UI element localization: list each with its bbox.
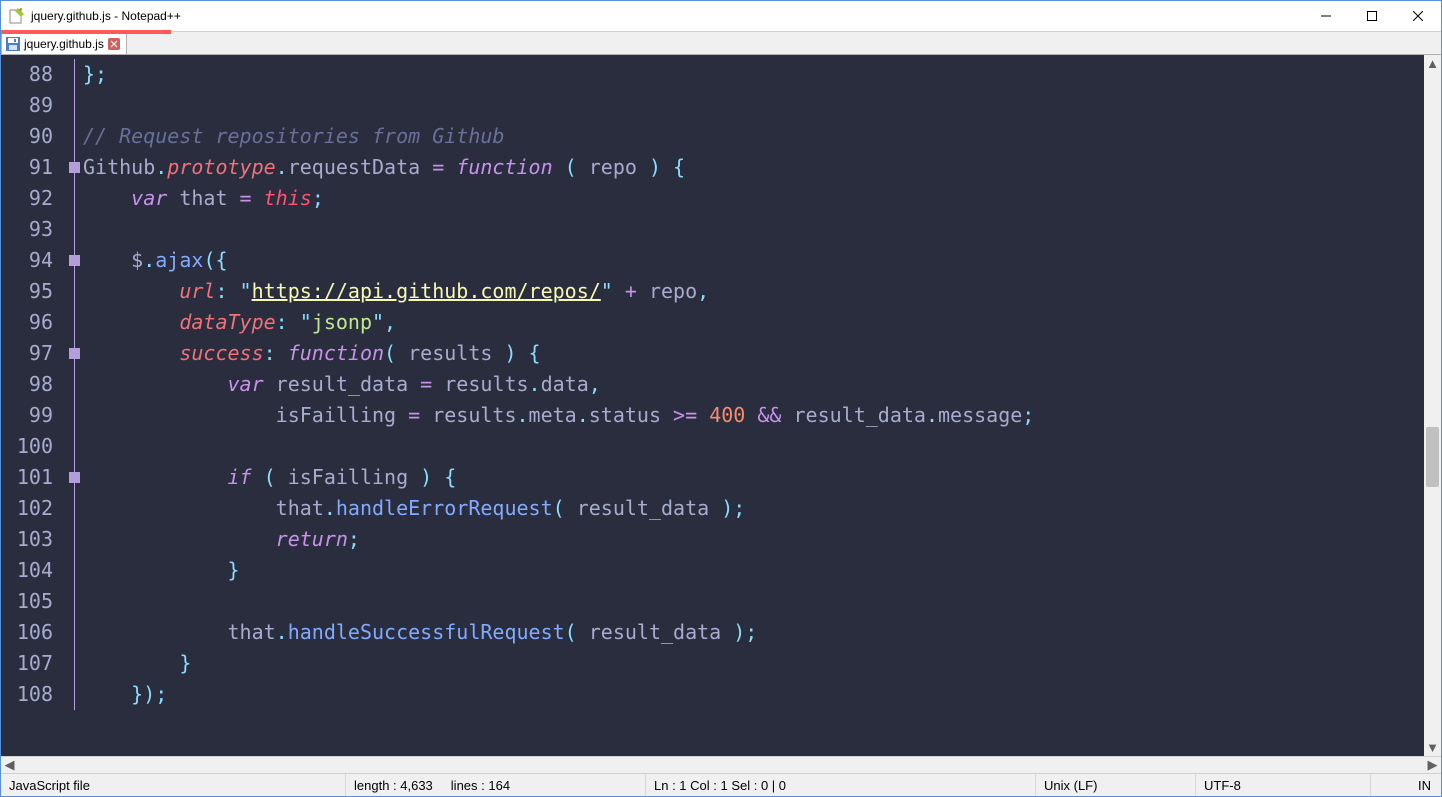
status-filetype: JavaScript file [1,774,346,796]
status-bar: JavaScript file length : 4,633 lines : 1… [1,773,1441,796]
tab-active-indicator [1,30,171,34]
vertical-scrollbar[interactable]: ▲ ▼ [1424,55,1441,756]
scroll-track[interactable] [1424,72,1441,739]
editor-area: 8889909192939495969798991001011021031041… [1,55,1441,756]
maximize-button[interactable] [1349,1,1395,31]
scroll-thumb[interactable] [1426,427,1439,487]
app-icon [9,8,25,24]
status-insert-mode: IN [1371,774,1441,796]
tab-bar: jquery.github.js [1,31,1441,55]
fold-column[interactable] [67,55,81,756]
status-eol: Unix (LF) [1036,774,1196,796]
status-position: Ln : 1 Col : 1 Sel : 0 | 0 [646,774,1036,796]
scroll-up-arrow[interactable]: ▲ [1424,55,1441,72]
file-tab[interactable]: jquery.github.js [1,33,127,54]
status-length: length : 4,633 lines : 164 [346,774,646,796]
line-number-gutter: 8889909192939495969798991001011021031041… [1,55,67,756]
hscroll-track[interactable] [18,757,1424,773]
code-content[interactable]: }; // Request repositories from GithubGi… [81,55,1424,756]
horizontal-scrollbar[interactable]: ◀ ▶ [1,756,1441,773]
scroll-right-arrow[interactable]: ▶ [1424,757,1441,773]
close-button[interactable] [1395,1,1441,31]
titlebar: jquery.github.js - Notepad++ [1,1,1441,31]
scroll-left-arrow[interactable]: ◀ [1,757,18,773]
status-encoding: UTF-8 [1196,774,1371,796]
window-title: jquery.github.js - Notepad++ [31,9,181,23]
save-icon [6,37,20,51]
window-controls [1303,1,1441,31]
minimize-button[interactable] [1303,1,1349,31]
tab-filename: jquery.github.js [24,37,104,51]
scroll-down-arrow[interactable]: ▼ [1424,739,1441,756]
tab-close-button[interactable] [108,38,120,50]
